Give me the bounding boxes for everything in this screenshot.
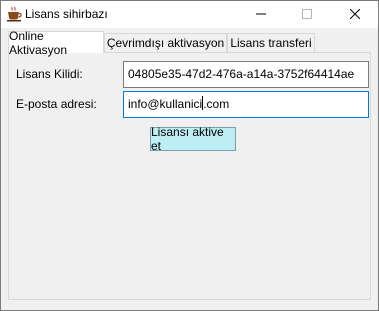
activate-license-button[interactable]: Lisansı aktive et [150,125,236,153]
tab-license-transfer[interactable]: Lisans transferi [227,33,315,52]
window-title: Lisans sihirbazı [25,7,108,21]
license-wizard-window: Lisans sihirbazı Online Aktivasyon Çevri… [0,0,379,311]
coffee-cup-icon [6,6,22,22]
tab-label: Lisans transferi [230,36,312,50]
minimize-icon [256,8,266,22]
email-field[interactable]: info@kullanici.com [123,91,369,118]
maximize-button[interactable] [284,1,330,28]
maximize-icon [302,8,312,22]
tab-offline-activation[interactable]: Çevrimdışı aktivasyon [104,33,227,52]
minimize-button[interactable] [238,1,284,28]
email-value-end: .com [203,97,230,111]
license-key-label: Lisans Kilidi: [16,67,83,81]
email-label: E-posta adresi: [16,97,97,111]
online-activation-panel: Lisans Kilidi: 04805e35-47d2-476a-a14a-3… [8,52,371,300]
tab-label: Çevrimdışı aktivasyon [106,36,225,50]
license-key-value: 04805e35-47d2-476a-a14a-3752f64414ae [128,67,355,81]
tab-strip: Online Aktivasyon Çevrimdışı aktivasyon … [8,29,371,57]
tab-label: Online Aktivasyon [9,28,68,57]
license-key-field[interactable]: 04805e35-47d2-476a-a14a-3752f64414ae [123,61,369,88]
close-button[interactable] [332,1,378,28]
email-value-start: info@kullanici [128,97,203,111]
title-bar[interactable]: Lisans sihirbazı [1,1,378,28]
close-icon [349,8,361,22]
activate-license-label: Lisansı aktive et [151,125,224,153]
tab-online-activation[interactable]: Online Aktivasyon [8,29,104,57]
